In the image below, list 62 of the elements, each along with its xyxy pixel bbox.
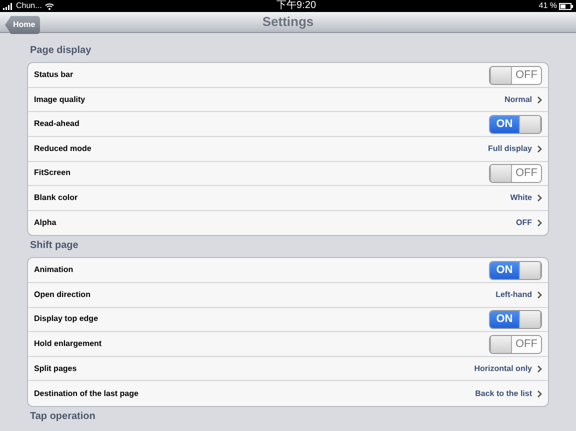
chevron-icon [537, 96, 542, 104]
row-value: Back to the list [475, 388, 532, 400]
settings-row[interactable]: Display top edge ON [28, 308, 548, 332]
toggle-switch[interactable]: OFF [489, 334, 542, 354]
settings-row[interactable]: Open direction Left-hand [28, 283, 548, 308]
settings-row[interactable]: Read-ahead ON [28, 112, 548, 138]
settings-row[interactable]: Animation ON [28, 258, 548, 284]
settings-row[interactable]: Hold enlargement OFF [28, 332, 548, 357]
chevron-icon [537, 194, 542, 202]
toggle-switch[interactable]: OFF [489, 164, 542, 183]
row-value: Normal [504, 94, 532, 106]
section-header: Shift page [29, 239, 80, 254]
row-label: Read-ahead [34, 118, 80, 130]
switch-label: OFF [512, 336, 541, 353]
switch-label: ON [490, 262, 519, 279]
settings-row[interactable]: Blank color White [28, 186, 548, 211]
section-header: Page display [29, 44, 92, 58]
screen-title: Settings [262, 13, 314, 32]
row-value: Full display [488, 142, 532, 155]
settings-row[interactable]: Split pages Horizontal only [28, 356, 548, 382]
toggle-switch[interactable]: ON [489, 260, 542, 280]
carrier-name: Chun... [16, 2, 42, 10]
row-label: Animation [34, 264, 74, 276]
row-label: Split pages [34, 362, 77, 375]
settings-row[interactable]: Destination of the last page Back to the list [28, 381, 548, 406]
settings-row[interactable]: Reduced mode Full display [28, 137, 548, 162]
battery-percent: 41 % [538, 2, 557, 10]
chevron-icon [537, 390, 542, 398]
row-label: Open direction [34, 288, 90, 301]
chevron-icon [537, 219, 542, 228]
settings-row[interactable]: Status bar OFF [28, 63, 548, 88]
row-label: Status bar [34, 69, 74, 82]
switch-label: ON [490, 116, 519, 133]
switch-label: OFF [512, 164, 541, 182]
row-label: Display top edge [34, 313, 98, 326]
chevron-icon [537, 364, 542, 373]
switch-label: OFF [512, 66, 541, 84]
signal-icon [3, 2, 13, 10]
row-value: Left-hand [496, 288, 532, 301]
row-label: FitScreen [34, 167, 70, 180]
row-value: White [510, 192, 532, 204]
row-value: OFF [516, 217, 532, 230]
row-label: Destination of the last page [34, 388, 138, 400]
row-label: Alpha [34, 217, 56, 230]
section-header: Tap operation [29, 410, 96, 424]
toggle-switch[interactable]: ON [489, 114, 542, 134]
battery-icon [559, 2, 573, 10]
toggle-switch[interactable]: OFF [489, 66, 542, 85]
settings-row[interactable]: Alpha OFF [28, 210, 548, 236]
clock: 下午9:20 [276, 0, 316, 12]
toggle-switch[interactable]: ON [489, 310, 542, 329]
chevron-icon [537, 290, 542, 299]
settings-row[interactable]: Image quality Normal [28, 88, 548, 112]
chevron-icon [537, 144, 542, 153]
row-value: Horizontal only [474, 362, 532, 375]
row-label: Image quality [34, 94, 86, 106]
row-label: Hold enlargement [34, 338, 102, 350]
row-label: Blank color [34, 192, 78, 204]
switch-label: ON [490, 310, 519, 328]
row-label: Reduced mode [34, 142, 92, 155]
wifi-icon [44, 2, 54, 10]
settings-row[interactable]: FitScreen OFF [28, 162, 548, 186]
